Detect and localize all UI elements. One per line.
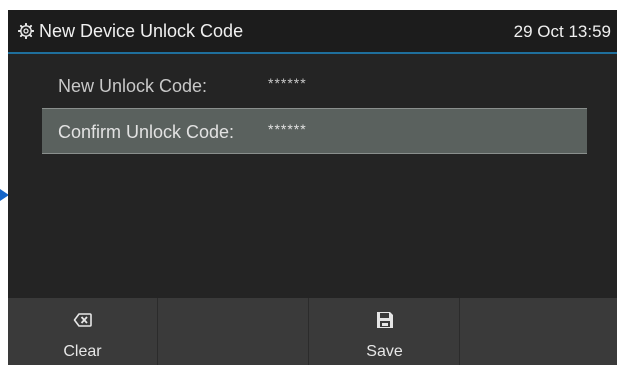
- page-title: New Device Unlock Code: [39, 21, 244, 41]
- status-datetime: 29 Oct 13:59: [513, 22, 611, 41]
- backspace-icon: [73, 313, 92, 327]
- save-softkey-label: Save: [366, 343, 403, 360]
- save-softkey[interactable]: Save: [310, 298, 460, 365]
- new-unlock-code-field[interactable]: New Unlock Code: ******: [42, 63, 587, 109]
- gear-icon: [18, 23, 34, 39]
- clear-softkey[interactable]: Clear: [8, 298, 158, 365]
- confirm-unlock-code-value[interactable]: ******: [268, 121, 307, 137]
- confirm-unlock-code-field[interactable]: Confirm Unlock Code: ******: [42, 108, 587, 154]
- confirm-unlock-code-label: Confirm Unlock Code:: [58, 122, 235, 142]
- device-screen: New Device Unlock Code 29 Oct 13:59 New …: [8, 10, 617, 365]
- new-unlock-code-value[interactable]: ******: [268, 75, 307, 91]
- new-unlock-code-label: New Unlock Code:: [58, 76, 208, 96]
- title-bar: New Device Unlock Code 29 Oct 13:59: [8, 10, 617, 54]
- empty-softkey-2[interactable]: [159, 298, 309, 365]
- clear-softkey-label: Clear: [63, 343, 102, 360]
- empty-softkey-4[interactable]: [461, 298, 617, 365]
- softkey-bar: Clear Save: [8, 298, 617, 365]
- save-icon: [376, 312, 393, 328]
